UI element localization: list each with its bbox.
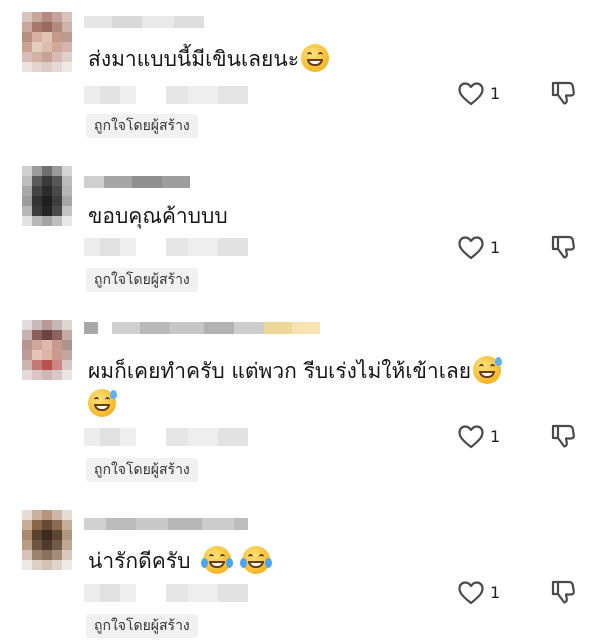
thumbs-down-outline-icon bbox=[551, 580, 575, 604]
heart-outline-icon bbox=[458, 82, 484, 106]
like-count: 1 bbox=[490, 84, 501, 103]
avatar[interactable] bbox=[22, 166, 72, 226]
timestamp-reply[interactable] bbox=[84, 584, 248, 602]
comment-text-content: ขอบคุณค้าบบบ bbox=[88, 204, 228, 228]
avatar[interactable] bbox=[22, 320, 72, 380]
tears-of-joy-emoji bbox=[239, 546, 272, 574]
comment-text-content: ส่งมาแบบนี้มีเขินเลยนะ bbox=[88, 47, 299, 71]
heart-outline-icon bbox=[458, 236, 484, 260]
grinning-sweat-emoji bbox=[473, 356, 503, 384]
comment-text: ขอบคุณค้าบบบ bbox=[88, 200, 558, 233]
dislike-button[interactable] bbox=[550, 80, 576, 106]
like-count: 1 bbox=[490, 427, 501, 446]
dislike-button[interactable] bbox=[550, 234, 576, 260]
thumbs-down-outline-icon bbox=[551, 424, 575, 448]
heart-outline-icon bbox=[458, 581, 484, 605]
comment-text: ส่งมาแบบนี้มีเขินเลยนะ bbox=[88, 43, 558, 76]
username[interactable] bbox=[84, 322, 320, 334]
liked-by-creator-badge: ถูกใจโดยผู้สร้าง bbox=[86, 268, 198, 292]
username[interactable] bbox=[84, 176, 190, 188]
timestamp-reply[interactable] bbox=[84, 86, 248, 104]
avatar[interactable] bbox=[22, 12, 72, 72]
timestamp-reply[interactable] bbox=[84, 428, 248, 446]
like-button[interactable] bbox=[458, 581, 484, 605]
liked-by-creator-badge: ถูกใจโดยผู้สร้าง bbox=[86, 114, 198, 138]
like-button[interactable] bbox=[458, 425, 484, 449]
dislike-button[interactable] bbox=[550, 423, 576, 449]
thumbs-down-outline-icon bbox=[551, 81, 575, 105]
thumbs-down-outline-icon bbox=[551, 235, 575, 259]
like-count: 1 bbox=[490, 583, 501, 602]
heart-outline-icon bbox=[458, 425, 484, 449]
avatar[interactable] bbox=[22, 510, 72, 570]
like-button[interactable] bbox=[458, 236, 484, 260]
like-count: 1 bbox=[490, 238, 501, 257]
liked-by-creator-badge: ถูกใจโดยผู้สร้าง bbox=[86, 614, 198, 638]
comment-text-content: น่ารักดีครับ bbox=[88, 549, 191, 573]
grinning-face-emoji bbox=[300, 44, 329, 72]
comment-text: น่ารักดีครับ bbox=[88, 545, 558, 578]
username[interactable] bbox=[84, 518, 248, 530]
tears-of-joy-emoji bbox=[201, 546, 234, 574]
username[interactable] bbox=[84, 16, 204, 28]
timestamp-reply[interactable] bbox=[84, 238, 248, 256]
comment-text: ผมก็เคยทำครับ แต่พวก รีบเร่งไม่ให้เข้าเล… bbox=[88, 355, 558, 421]
dislike-button[interactable] bbox=[550, 579, 576, 605]
grinning-sweat-emoji bbox=[88, 389, 117, 417]
like-button[interactable] bbox=[458, 82, 484, 106]
comment-text-content: ผมก็เคยทำครับ แต่พวก รีบเร่งไม่ให้เข้าเล… bbox=[88, 359, 472, 383]
liked-by-creator-badge: ถูกใจโดยผู้สร้าง bbox=[86, 458, 198, 482]
